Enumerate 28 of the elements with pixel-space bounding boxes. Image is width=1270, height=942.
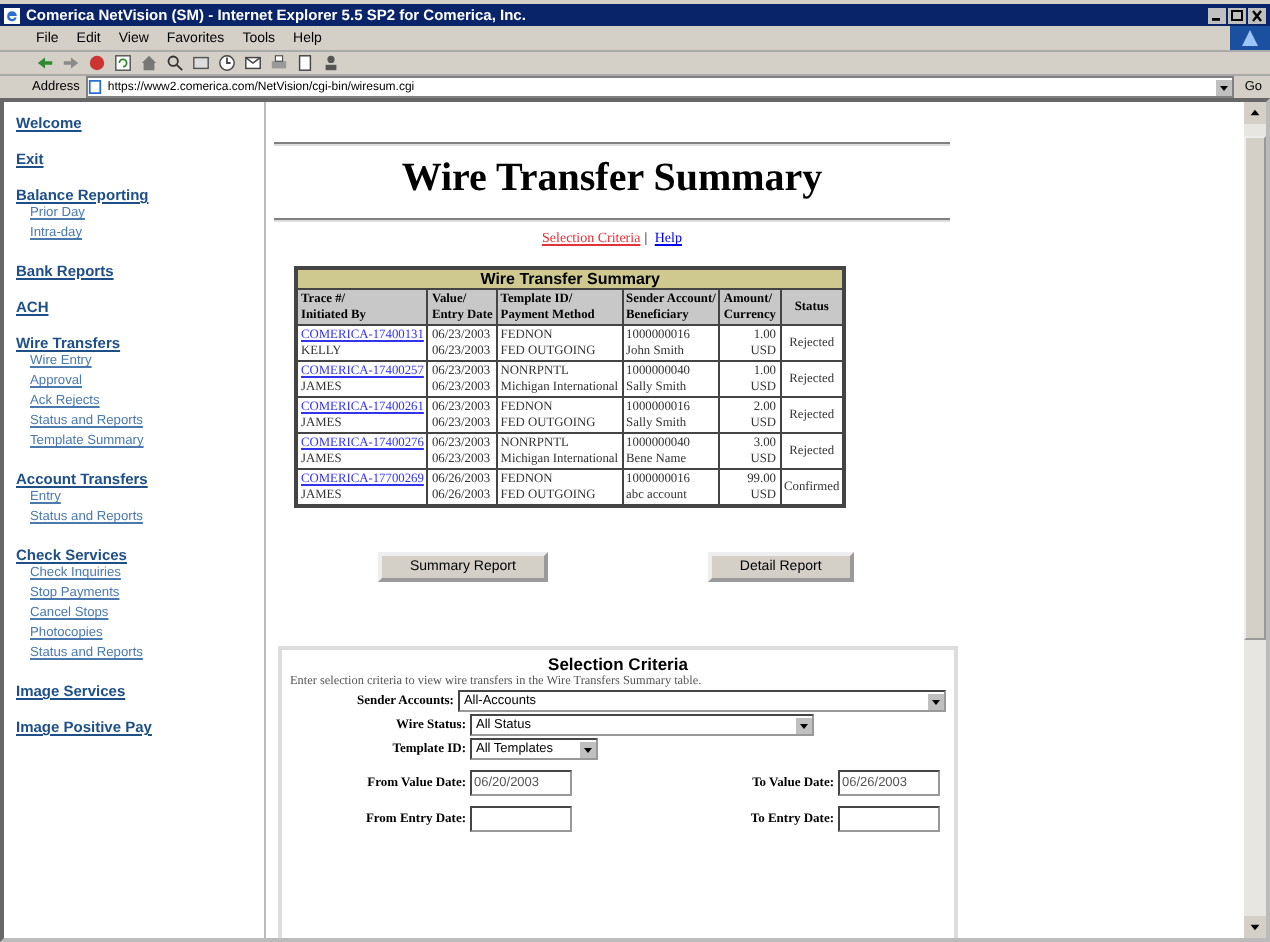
page-title: Wire Transfer Summary xyxy=(399,154,825,202)
table-caption: Wire Transfer Summary xyxy=(296,268,845,289)
stop-icon[interactable] xyxy=(88,54,106,72)
refresh-icon[interactable] xyxy=(114,54,132,72)
home-icon[interactable] xyxy=(140,54,158,72)
scroll-thumb[interactable] xyxy=(1244,136,1266,640)
print-icon[interactable] xyxy=(270,54,288,72)
search-icon[interactable] xyxy=(166,54,184,72)
scrollbar[interactable] xyxy=(1244,102,1266,938)
mail-icon[interactable] xyxy=(244,54,262,72)
criteria-title: Selection Criteria xyxy=(546,654,690,674)
scroll-up-icon[interactable] xyxy=(1244,102,1266,124)
dropdown-icon[interactable] xyxy=(580,741,596,757)
date-field[interactable] xyxy=(470,806,572,832)
dropdown-icon[interactable] xyxy=(796,717,812,733)
minimize-icon[interactable] xyxy=(1208,7,1226,23)
history-icon[interactable] xyxy=(218,54,236,72)
dropdown-icon[interactable] xyxy=(1216,79,1233,95)
dropdown-icon[interactable] xyxy=(928,693,944,709)
browser-icon xyxy=(4,7,20,23)
browser-logo-icon xyxy=(1230,26,1270,50)
page-icon xyxy=(87,80,102,94)
maximize-icon[interactable] xyxy=(1228,7,1246,23)
people-icon[interactable] xyxy=(322,54,340,72)
scroll-down-icon[interactable] xyxy=(1244,916,1266,938)
date-field[interactable] xyxy=(838,806,940,832)
back-icon[interactable] xyxy=(36,54,54,72)
close-icon[interactable] xyxy=(1248,7,1266,23)
